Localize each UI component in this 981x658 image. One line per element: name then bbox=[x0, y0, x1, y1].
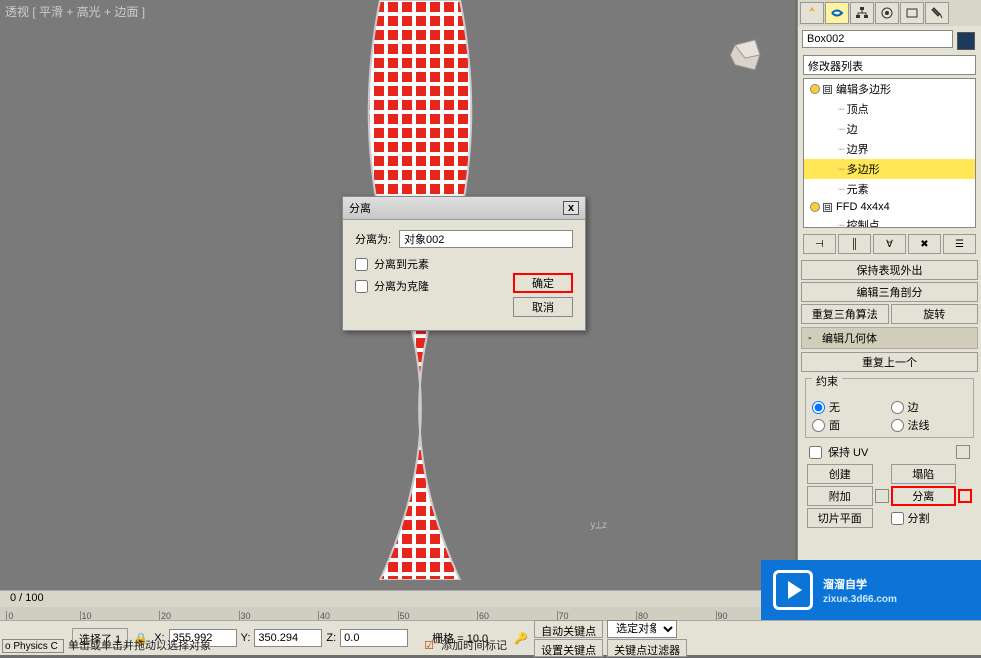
dialog-title: 分离 bbox=[349, 200, 371, 216]
play-icon bbox=[773, 570, 813, 610]
tab-utilities[interactable] bbox=[925, 2, 949, 24]
set-key-button[interactable]: 设置关键点 bbox=[534, 639, 603, 657]
detach-as-clone-checkbox[interactable] bbox=[355, 280, 368, 293]
detach-dialog: 分离 x 分离为: 分离到元素 分离为克隆 确定 取消 bbox=[342, 196, 586, 331]
detach-settings[interactable] bbox=[958, 489, 972, 503]
detach-name-label: 分离为: bbox=[355, 231, 391, 247]
preserve-uv-label: 保持 UV bbox=[828, 444, 868, 460]
constraints-group: 约束 无 边 面 法线 bbox=[805, 378, 974, 438]
watermark-url: zixue.3d66.com bbox=[823, 594, 897, 605]
selection-filter-dropdown[interactable]: 选定对象 bbox=[607, 620, 677, 638]
tab-hierarchy[interactable] bbox=[850, 2, 874, 24]
constraint-none[interactable]: 无 bbox=[812, 399, 889, 415]
dialog-titlebar[interactable]: 分离 x bbox=[343, 197, 585, 220]
constraint-normal[interactable]: 法线 bbox=[891, 417, 968, 433]
constraint-face[interactable]: 面 bbox=[812, 417, 889, 433]
ok-button[interactable]: 确定 bbox=[513, 273, 573, 293]
cancel-button[interactable]: 取消 bbox=[513, 297, 573, 317]
edit-tri-button[interactable]: 编辑三角剖分 bbox=[801, 282, 978, 302]
collapse-button[interactable]: 塌陷 bbox=[891, 464, 957, 484]
stack-ffd[interactable]: ⊟FFD 4x4x4 bbox=[804, 199, 975, 215]
stack-polygon[interactable]: 多边形 bbox=[804, 159, 975, 179]
configure-sets-button[interactable]: ☰ bbox=[943, 234, 976, 254]
tab-motion[interactable] bbox=[875, 2, 899, 24]
stack-vertex[interactable]: 顶点 bbox=[804, 99, 975, 119]
close-icon[interactable]: x bbox=[563, 201, 579, 215]
modifier-stack[interactable]: ⊟编辑多边形 顶点 边 边界 多边形 元素 ⊟FFD 4x4x4 控制点 晶格 bbox=[803, 78, 976, 228]
detach-to-element-label: 分离到元素 bbox=[374, 256, 429, 272]
preserve-uv-settings[interactable] bbox=[956, 445, 970, 459]
tab-display[interactable] bbox=[900, 2, 924, 24]
watermark-title: 溜溜自学 bbox=[823, 576, 897, 592]
constraint-edge[interactable]: 边 bbox=[891, 399, 968, 415]
split-checkbox[interactable] bbox=[891, 512, 904, 525]
key-filter-button[interactable]: 关键点过滤器 bbox=[607, 639, 687, 657]
slice-plane-button[interactable]: 切片平面 bbox=[807, 508, 873, 528]
tab-create[interactable] bbox=[800, 2, 824, 24]
make-unique-button[interactable]: ∀ bbox=[873, 234, 906, 254]
command-panel: 修改器列表 ⊟编辑多边形 顶点 边 边界 多边形 元素 ⊟FFD 4x4x4 控… bbox=[797, 0, 981, 655]
stack-element[interactable]: 元素 bbox=[804, 179, 975, 199]
attach-button[interactable]: 附加 bbox=[807, 486, 873, 506]
detach-button[interactable]: 分离 bbox=[891, 486, 957, 506]
remove-modifier-button[interactable]: ✖ bbox=[908, 234, 941, 254]
stack-control-points[interactable]: 控制点 bbox=[804, 215, 975, 228]
physx-label: o Physics C bbox=[2, 639, 64, 653]
attach-settings[interactable] bbox=[875, 489, 889, 503]
object-color-swatch[interactable] bbox=[957, 32, 975, 50]
show-end-result-button[interactable]: ║ bbox=[838, 234, 871, 254]
key-icon[interactable]: 🔑 bbox=[512, 629, 530, 647]
repeat-last-button[interactable]: 重复上一个 bbox=[801, 352, 978, 372]
viewport-label: 透视 [ 平滑 + 高光 + 边面 ] bbox=[5, 3, 145, 20]
time-range-label: 0 / 100 bbox=[10, 592, 44, 604]
stack-edit-poly[interactable]: ⊟编辑多边形 bbox=[804, 79, 975, 99]
retriangulate-button[interactable]: 重复三角算法 bbox=[801, 304, 889, 324]
pin-stack-button[interactable]: ⊣ bbox=[803, 234, 836, 254]
detach-as-clone-label: 分离为克隆 bbox=[374, 278, 429, 294]
create-button[interactable]: 创建 bbox=[807, 464, 873, 484]
modifier-list-dropdown[interactable]: 修改器列表 bbox=[803, 55, 976, 75]
watermark: 溜溜自学 zixue.3d66.com bbox=[761, 560, 981, 620]
preserve-selection-button[interactable]: 保持表现外出 bbox=[801, 260, 978, 280]
tab-modify[interactable] bbox=[825, 2, 849, 24]
detach-name-input[interactable] bbox=[399, 230, 573, 248]
auto-key-button[interactable]: 自动关键点 bbox=[534, 620, 603, 638]
turn-button[interactable]: 旋转 bbox=[891, 304, 979, 324]
status-bar: o Physics C 选择了 1 🔒 X: Y: Z: 栅格 = 10.0 🔑… bbox=[0, 620, 981, 655]
axis-indicator: y⟂z bbox=[590, 520, 607, 531]
stack-border[interactable]: 边界 bbox=[804, 139, 975, 159]
object-name-input[interactable] bbox=[802, 30, 953, 48]
edit-geom-rollout-header[interactable]: -编辑几何体 bbox=[801, 327, 978, 349]
constraints-title: 约束 bbox=[812, 373, 842, 389]
preserve-uv-checkbox[interactable] bbox=[809, 446, 822, 459]
status-hint: 单击或单击并拖动以选择对象 ☑ 添加时间标记 bbox=[68, 637, 507, 653]
command-tabs bbox=[798, 0, 981, 26]
viewcube[interactable] bbox=[720, 30, 770, 80]
stack-edge[interactable]: 边 bbox=[804, 119, 975, 139]
detach-to-element-checkbox[interactable] bbox=[355, 258, 368, 271]
timeline[interactable]: 0 / 100 0 10 20 30 40 50 60 70 80 90 100 bbox=[0, 590, 795, 620]
